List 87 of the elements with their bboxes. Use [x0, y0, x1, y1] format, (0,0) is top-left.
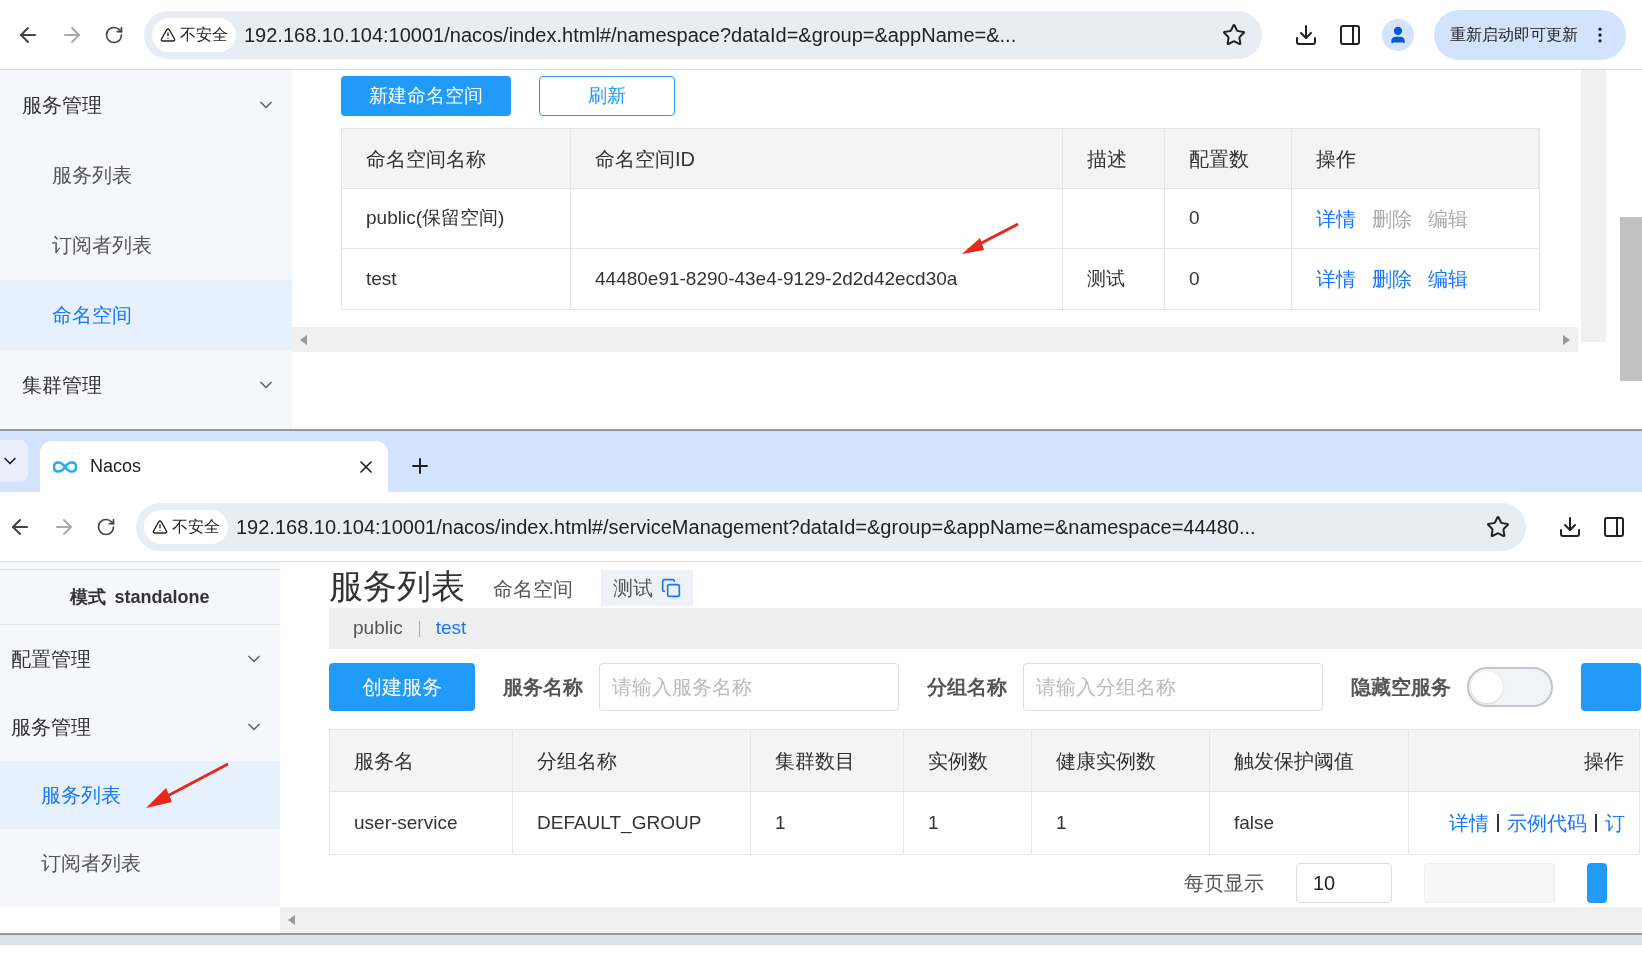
address-bar[interactable]: 不安全 192.168.10.104:10001/nacos/index.html#/namespace?dataId=&group=&appName=&... — [144, 10, 1262, 59]
url-text: 192.168.10.104:10001/nacos/index.html#/serviceManagement?dataId=&group=&appName=&namespace=44480... — [236, 514, 1257, 540]
table-cell-text: user-service — [354, 810, 458, 835]
copy-icon[interactable] — [661, 578, 681, 598]
table-cell-text: 0 — [1189, 206, 1200, 231]
table-cell-text: 1 — [1056, 810, 1067, 835]
column-header: 触发保护阈值 — [1234, 748, 1354, 774]
column-header: 健康实例数 — [1056, 748, 1156, 774]
action-link[interactable]: 订 — [1605, 808, 1625, 838]
table-cell-text: 1 — [928, 810, 939, 835]
sidebar-item[interactable]: 命名空间 — [0, 280, 292, 350]
column-header: 集群数目 — [775, 748, 855, 774]
reload-icon[interactable] — [96, 516, 116, 537]
scroll-right-icon[interactable] — [1563, 334, 1570, 345]
column-header: 命名空间ID — [571, 129, 1063, 188]
horizontal-scrollbar[interactable] — [280, 907, 1642, 933]
column-header: 描述 — [1063, 129, 1165, 188]
profile-avatar[interactable] — [1382, 18, 1414, 51]
sidebar-item[interactable]: 配置管理 — [0, 625, 280, 693]
infinity-icon — [52, 459, 78, 474]
side-panel-icon[interactable] — [1338, 22, 1362, 47]
page-title: 服务列表 — [329, 566, 465, 606]
vertical-scrollbar[interactable] — [1581, 70, 1606, 342]
table-cell-text: public(保留空间) — [366, 206, 505, 231]
table-cell-text: test — [366, 266, 397, 291]
annotation-arrow — [960, 222, 1020, 256]
table-cell-text: 0 — [1189, 266, 1200, 291]
sidebar-item[interactable]: 订阅者列表 — [0, 829, 280, 897]
column-header: 实例数 — [928, 748, 988, 774]
action-link[interactable]: 编辑 — [1428, 264, 1468, 294]
download-icon[interactable] — [1294, 22, 1318, 47]
sidebar-item[interactable]: 服务管理 — [0, 70, 292, 140]
namespace-value: 测试 — [613, 576, 653, 601]
namespace-label: 命名空间 — [493, 577, 573, 602]
scrollbar-thumb[interactable] — [1620, 217, 1642, 381]
address-bar[interactable]: 不安全 192.168.10.104:10001/nacos/index.html#/serviceManagement?dataId=&group=&appName=&namespace=44480... — [136, 502, 1526, 551]
browser-tab[interactable]: Nacos — [40, 441, 388, 492]
table-cell-text: 测试 — [1087, 266, 1125, 291]
action-link[interactable]: 详情 — [1316, 203, 1356, 234]
action-link[interactable]: 详情 — [1449, 808, 1489, 838]
security-chip[interactable]: 不安全 — [144, 509, 228, 544]
download-icon[interactable] — [1558, 514, 1582, 539]
action-link[interactable]: 删除 — [1372, 264, 1412, 294]
reload-icon[interactable] — [104, 24, 124, 45]
filter-field[interactable]: 请输入分组名称 — [1023, 663, 1323, 711]
sidebar-item[interactable]: 服务管理 — [0, 693, 280, 761]
page-size-label: 每页显示 — [1184, 871, 1264, 896]
bookmark-icon[interactable] — [1222, 22, 1246, 47]
sidebar-item[interactable]: 服务列表 — [0, 761, 280, 829]
warning-icon — [160, 26, 176, 43]
url-text: 192.168.10.104:10001/nacos/index.html#/namespace?dataId=&group=&appName=&... — [244, 22, 1018, 48]
namespace-link[interactable]: test — [435, 614, 467, 643]
scroll-left-icon[interactable] — [300, 334, 307, 345]
column-header: 操作 — [1292, 129, 1539, 188]
table-cell-text: 44480e91-8290-43e4-9129-2d2d42ecd30a — [595, 266, 958, 291]
sidebar-item[interactable]: 集群管理 — [0, 350, 292, 420]
update-button[interactable]: 重新启动即可更新 — [1434, 9, 1626, 60]
mode-label: 模式 — [70, 585, 107, 609]
security-label: 不安全 — [180, 24, 228, 45]
sidebar-item[interactable]: 服务列表 — [0, 140, 292, 210]
table-cell-text: false — [1234, 810, 1275, 835]
filter-label: 服务名称 — [503, 675, 583, 700]
hide-empty-toggle[interactable] — [1467, 667, 1553, 707]
mode-value: standalone — [114, 585, 210, 609]
table-cell-text: 1 — [775, 810, 786, 835]
column-header: 分组名称 — [537, 748, 617, 774]
column-header: 命名空间名称 — [342, 129, 571, 188]
security-chip[interactable]: 不安全 — [152, 17, 236, 52]
table-cell-text: DEFAULT_GROUP — [537, 810, 702, 836]
bookmark-icon[interactable] — [1486, 514, 1510, 539]
filter-field[interactable]: 请输入服务名称 — [599, 663, 899, 711]
action-link[interactable]: 示例代码 — [1507, 808, 1587, 838]
security-label: 不安全 — [172, 516, 220, 537]
namespace-link[interactable]: public — [353, 614, 403, 643]
warning-icon — [152, 518, 168, 535]
column-header: 配置数 — [1165, 129, 1292, 188]
action-link[interactable]: 详情 — [1316, 264, 1356, 294]
scroll-left-icon[interactable] — [288, 915, 295, 925]
horizontal-scrollbar[interactable] — [292, 327, 1578, 352]
tab-title: Nacos — [90, 455, 143, 478]
column-header: 服务名 — [354, 748, 414, 774]
sidebar-item[interactable]: 订阅者列表 — [0, 210, 292, 280]
filter-label: 分组名称 — [927, 675, 1007, 700]
page-size-select[interactable]: 10 — [1296, 863, 1392, 903]
side-panel-icon[interactable] — [1602, 514, 1626, 539]
filter-label: 隐藏空服务 — [1351, 675, 1451, 700]
column-header: 操作 — [1584, 748, 1624, 774]
